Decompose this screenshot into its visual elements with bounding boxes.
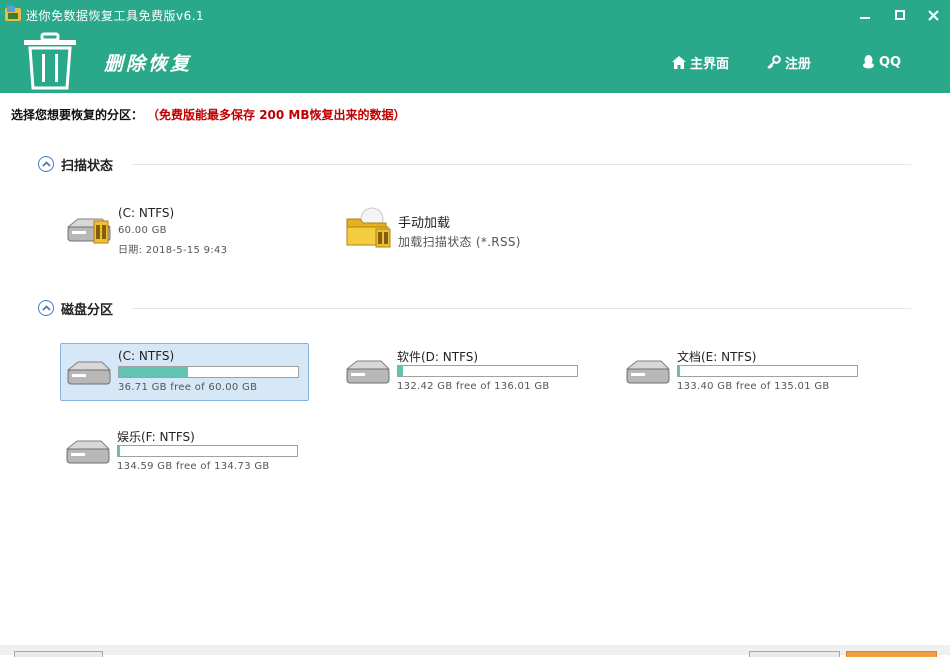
nav-qq[interactable]: QQ [862, 52, 901, 72]
usage-bar-fill [398, 366, 403, 376]
usage-bar [677, 365, 858, 377]
disk-partition-title: 磁盘分区 [61, 302, 114, 318]
scan-status-title: 扫描状态 [61, 158, 114, 174]
section-divider [133, 308, 911, 309]
hard-drive-icon [345, 360, 391, 384]
nav-register-label: 注册 [785, 56, 812, 72]
window-title: 迷你免数据恢复工具免费版v6.1 [26, 9, 205, 23]
manual-load-title: 手动加载 [398, 216, 451, 231]
hard-drive-icon [625, 360, 671, 384]
nav-qq-label: QQ [879, 54, 902, 70]
partition-name: 软件(D: NTFS) [397, 350, 479, 364]
partition-free-space: 132.42 GB free of 136.01 GB [397, 381, 550, 392]
header-bar: 删除恢复 主界面 注册 QQ [0, 30, 950, 93]
scan-status-collapse-button[interactable] [38, 156, 54, 172]
usage-bar-fill [118, 446, 121, 456]
manual-load-desc: 加载扫描状态 (*.RSS) [398, 235, 521, 249]
hard-drive-icon [66, 218, 112, 244]
partition-name: (C: NTFS) [118, 349, 175, 363]
disk-partition-collapse-button[interactable] [38, 300, 54, 316]
qq-penguin-icon [863, 55, 874, 69]
section-divider [133, 164, 911, 165]
partition-e[interactable]: 文档(E: NTFS) 133.40 GB free of 135.01 GB [620, 343, 869, 401]
hard-drive-icon [66, 361, 112, 385]
chevron-up-icon [41, 161, 51, 167]
usage-bar-fill [119, 367, 189, 377]
minimize-button[interactable] [848, 0, 882, 30]
hard-drive-icon [65, 440, 111, 464]
maximize-button[interactable] [883, 0, 917, 30]
nav-register[interactable]: 注册 [767, 52, 811, 72]
footer-secondary-button[interactable] [749, 651, 840, 657]
scan-state-date: 日期: 2018-5-15 9:43 [118, 245, 228, 256]
partition-f[interactable]: 娱乐(F: NTFS) 134.59 GB free of 134.73 GB [60, 423, 309, 481]
partition-c[interactable]: (C: NTFS) 36.71 GB free of 60.00 GB [60, 343, 309, 401]
close-button[interactable] [916, 0, 950, 30]
usage-bar-fill [678, 366, 681, 376]
app-icon [5, 6, 21, 21]
chevron-up-icon [41, 305, 51, 311]
scan-state-size: 60.00 GB [118, 225, 167, 236]
instruction-text: 选择您想要恢复的分区： （免费版能最多保存 200 MB恢复出来的数据） [11, 106, 406, 123]
close-icon [927, 9, 939, 21]
partition-free-space: 36.71 GB free of 60.00 GB [118, 382, 258, 393]
scan-state-name: (C: NTFS) [118, 206, 175, 220]
scan-state-item-c[interactable]: (C: NTFS) 60.00 GB 日期: 2018-5-15 9:43 [61, 201, 301, 259]
free-version-note: （免费版能最多保存 200 MB恢复出来的数据） [153, 108, 406, 122]
nav-home[interactable]: 主界面 [672, 52, 729, 72]
partition-free-space: 134.59 GB free of 134.73 GB [117, 461, 270, 472]
partition-free-space: 133.40 GB free of 135.01 GB [677, 381, 830, 392]
title-bar: 迷你免数据恢复工具免费版v6.1 [0, 0, 950, 30]
partition-name: 娱乐(F: NTFS) [117, 430, 195, 444]
instruction-label: 选择您想要恢复的分区： [11, 108, 144, 122]
maximize-icon [895, 10, 905, 20]
app-name: 删除恢复 [104, 53, 193, 75]
disk-partition-header: 磁盘分区 [38, 298, 113, 318]
home-icon [672, 55, 686, 69]
nav-home-label: 主界面 [690, 56, 730, 72]
usage-bar [118, 366, 299, 378]
trash-can-icon [24, 32, 76, 90]
key-icon [767, 55, 781, 69]
folder-icon [346, 207, 391, 248]
footer-left-button[interactable] [14, 651, 103, 657]
partition-name: 文档(E: NTFS) [677, 350, 757, 364]
footer-primary-button[interactable] [846, 651, 937, 657]
usage-bar [397, 365, 578, 377]
scan-status-header: 扫描状态 [38, 154, 113, 174]
manual-load-item[interactable]: 手动加载 加载扫描状态 (*.RSS) [341, 201, 581, 259]
minimize-icon [860, 17, 870, 19]
partition-d[interactable]: 软件(D: NTFS) 132.42 GB free of 136.01 GB [340, 343, 589, 401]
usage-bar [117, 445, 298, 457]
